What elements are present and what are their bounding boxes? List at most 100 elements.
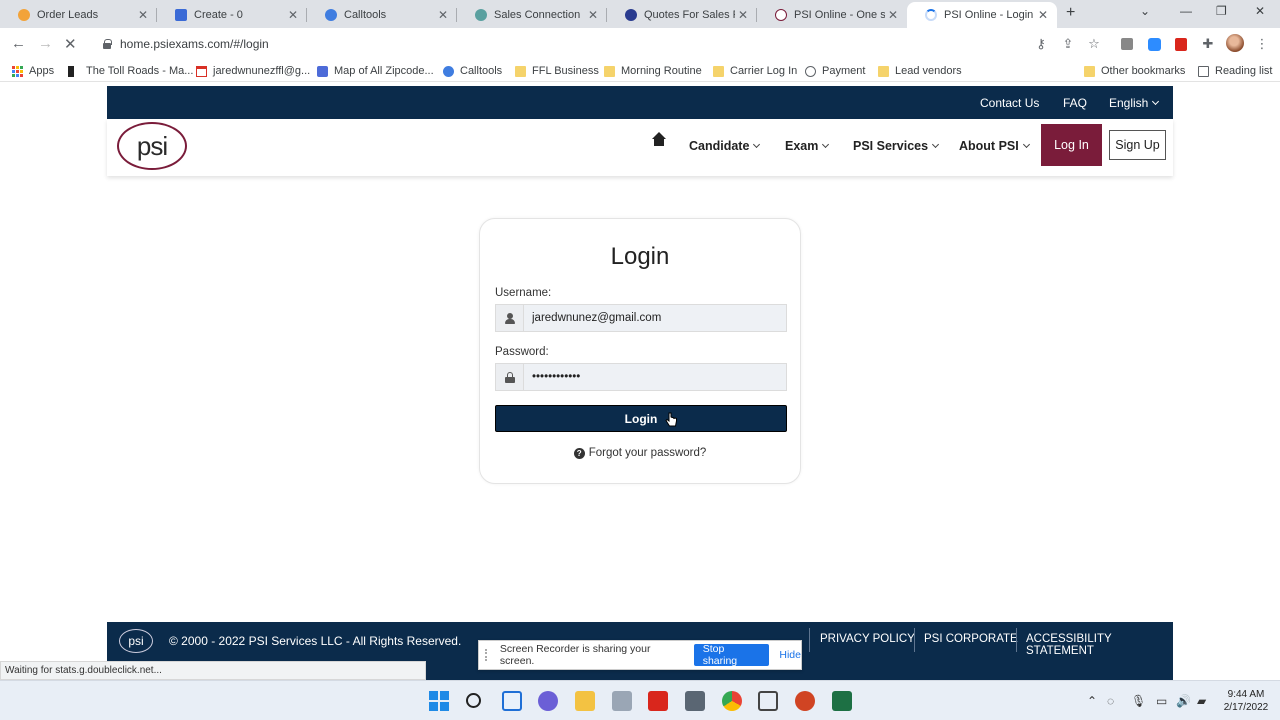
chrome-icon[interactable] xyxy=(722,691,742,711)
chevron-down-icon xyxy=(1022,140,1030,149)
privacy-policy-link[interactable]: PRIVACY POLICY xyxy=(820,633,915,645)
footer-psi-logo[interactable]: psi xyxy=(119,629,153,653)
tab-label: PSI Online - One stop xyxy=(794,9,885,21)
language-selector[interactable]: English xyxy=(1109,96,1160,110)
bookmark-gmail[interactable]: jaredwnunezffl@g... xyxy=(196,64,310,78)
maximize-button[interactable]: ❐ xyxy=(1216,4,1227,18)
new-tab-button[interactable]: + xyxy=(1066,4,1075,22)
drag-handle-icon[interactable] xyxy=(485,649,491,661)
other-bookmarks[interactable]: Other bookmarks xyxy=(1084,64,1185,78)
browser-tab[interactable]: Order Leads ✕ xyxy=(0,2,157,28)
username-addon xyxy=(496,305,524,331)
calculator-icon[interactable] xyxy=(685,691,705,711)
display-icon[interactable]: ▭ xyxy=(1156,694,1167,708)
taskbar-clock[interactable]: 9:44 AM 2/17/2022 xyxy=(1216,688,1276,714)
order-leads-favicon-icon xyxy=(18,9,30,21)
copyright-text: © 2000 - 2022 PSI Services LLC - All Rig… xyxy=(169,634,462,648)
close-icon[interactable]: ✕ xyxy=(885,8,901,22)
windows-start-icon[interactable] xyxy=(429,691,449,711)
forgot-password-label: Forgot your password? xyxy=(588,447,707,459)
bookmark-star-icon[interactable]: ☆ xyxy=(1087,37,1101,51)
task-view-icon[interactable] xyxy=(502,691,522,711)
tab-label: Sales Connection xyxy=(494,9,581,21)
nav-exam[interactable]: Exam xyxy=(785,139,830,153)
extension-icon[interactable] xyxy=(1121,38,1133,50)
browser-tab[interactable]: PSI Online - One stop ✕ xyxy=(757,2,907,28)
bookmark-apps[interactable]: Apps xyxy=(12,64,54,78)
contact-us-link[interactable]: Contact Us xyxy=(980,96,1039,110)
faq-link[interactable]: FAQ xyxy=(1063,96,1087,110)
extensions-puzzle-icon[interactable]: ✚ xyxy=(1201,37,1215,51)
close-icon[interactable]: ✕ xyxy=(135,8,151,22)
close-icon[interactable]: ✕ xyxy=(585,8,601,22)
hide-share-bar-button[interactable]: Hide xyxy=(779,649,801,661)
close-icon[interactable]: ✕ xyxy=(435,8,451,22)
quotes-favicon-icon xyxy=(625,9,637,21)
pdf-extension-icon[interactable] xyxy=(1175,38,1187,51)
network-icon[interactable]: ◌ xyxy=(1107,694,1114,708)
window-close-button[interactable]: ✕ xyxy=(1255,4,1265,18)
close-icon[interactable]: ✕ xyxy=(285,8,301,22)
back-button[interactable]: ← xyxy=(11,35,26,52)
tab-search-icon[interactable]: ⌄ xyxy=(1140,4,1150,18)
nav-login-button[interactable]: Log In xyxy=(1041,124,1102,166)
bookmark-folder-lead-vendors[interactable]: Lead vendors xyxy=(878,64,962,78)
nav-candidate[interactable]: Candidate xyxy=(689,139,761,153)
profile-avatar[interactable] xyxy=(1226,34,1244,52)
powerpoint-icon[interactable] xyxy=(795,691,815,711)
bookmark-folder-ffl[interactable]: FFL Business xyxy=(515,64,599,78)
browser-tab[interactable]: Create - 0 ✕ xyxy=(157,2,307,28)
chat-icon[interactable] xyxy=(538,691,558,711)
nav-signup-button[interactable]: Sign Up xyxy=(1109,130,1166,160)
folder-icon xyxy=(1084,65,1095,77)
home-icon[interactable] xyxy=(652,132,666,151)
psi-logo[interactable]: psi xyxy=(117,122,187,170)
minimize-button[interactable]: — xyxy=(1180,4,1192,18)
excel-icon[interactable] xyxy=(832,691,852,711)
search-icon[interactable] xyxy=(466,693,481,708)
bookmark-calltools[interactable]: Calltools xyxy=(443,64,502,78)
bookmark-zipcode-map[interactable]: Map of All Zipcode... xyxy=(317,64,434,78)
address-bar[interactable]: home.psiexams.com/#/login xyxy=(92,31,1022,57)
login-submit-button[interactable]: Login xyxy=(495,405,787,432)
lock-icon[interactable] xyxy=(102,39,112,49)
share-icon[interactable]: ⇪ xyxy=(1061,37,1075,51)
volume-icon[interactable]: 🔊 xyxy=(1176,694,1191,708)
username-field-group xyxy=(495,304,787,332)
acrobat-icon[interactable] xyxy=(648,691,668,711)
chevron-up-icon[interactable]: ⌃ xyxy=(1087,694,1097,708)
microphone-icon[interactable]: 🎙 xyxy=(1131,694,1146,708)
password-input[interactable] xyxy=(524,371,774,383)
nav-about-psi[interactable]: About PSI xyxy=(959,139,1030,153)
key-icon[interactable]: ⚷ xyxy=(1034,37,1048,51)
bookmark-folder-morning[interactable]: Morning Routine xyxy=(604,64,702,78)
bookmark-payment[interactable]: Payment xyxy=(805,64,865,78)
nav-psi-services[interactable]: PSI Services xyxy=(853,139,940,153)
url-text[interactable]: home.psiexams.com/#/login xyxy=(120,37,269,51)
stop-sharing-button[interactable]: Stop sharing xyxy=(693,643,770,667)
accessibility-statement-link[interactable]: ACCESSIBILITY STATEMENT xyxy=(1026,633,1173,657)
close-icon[interactable]: ✕ xyxy=(735,8,751,22)
forward-button[interactable]: → xyxy=(38,35,53,52)
reading-list[interactable]: Reading list xyxy=(1198,64,1272,78)
login-card: Login Username: Password: Login ? Forgot… xyxy=(479,218,801,484)
browser-tab[interactable]: Calltools ✕ xyxy=(307,2,457,28)
username-label: Username: xyxy=(495,287,552,299)
zoom-extension-icon[interactable] xyxy=(1148,38,1161,51)
bookmark-label: Other bookmarks xyxy=(1101,65,1186,77)
browser-tab-active[interactable]: PSI Online - Login ✕ xyxy=(907,2,1057,28)
browser-tab[interactable]: Sales Connection ✕ xyxy=(457,2,607,28)
chrome-menu-icon[interactable]: ⋮ xyxy=(1255,37,1269,51)
snipping-tool-icon[interactable] xyxy=(612,691,632,711)
screen-recorder-icon[interactable] xyxy=(758,691,778,711)
browser-tab[interactable]: Quotes For Sales Prof ✕ xyxy=(607,2,757,28)
stop-loading-button[interactable]: ✕ xyxy=(64,35,77,53)
battery-icon[interactable]: ▰ xyxy=(1197,694,1206,708)
bookmark-folder-carrier[interactable]: Carrier Log In xyxy=(713,64,797,78)
psi-corporate-link[interactable]: PSI CORPORATE xyxy=(924,633,1018,645)
bookmark-toll-roads[interactable]: The Toll Roads - Ma... xyxy=(68,64,193,78)
username-input[interactable] xyxy=(524,312,774,324)
file-explorer-icon[interactable] xyxy=(575,691,595,711)
close-icon[interactable]: ✕ xyxy=(1035,8,1051,22)
forgot-password-link[interactable]: ? Forgot your password? xyxy=(480,447,800,459)
